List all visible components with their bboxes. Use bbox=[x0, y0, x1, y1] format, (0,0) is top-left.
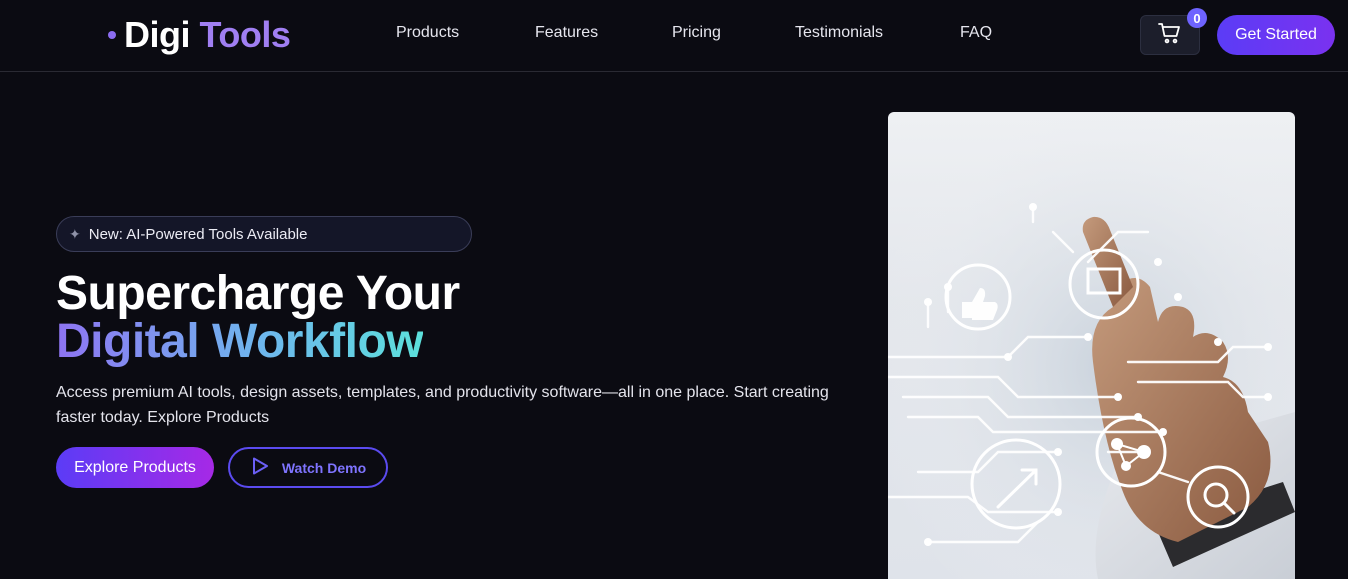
explore-products-button[interactable]: Explore Products bbox=[56, 447, 214, 488]
nav-item-pricing[interactable]: Pricing bbox=[672, 24, 721, 42]
nav-item-faq[interactable]: FAQ bbox=[960, 24, 992, 42]
shopping-cart-icon bbox=[1158, 22, 1182, 49]
cart-count-badge: 0 bbox=[1187, 8, 1207, 28]
watch-demo-label: Watch Demo bbox=[281, 459, 367, 476]
get-started-button[interactable]: Get Started bbox=[1217, 15, 1335, 55]
hero-description: Access premium AI tools, design assets, … bbox=[56, 384, 829, 426]
logo-text-primary: Digi bbox=[124, 14, 191, 55]
hero-image bbox=[888, 112, 1295, 579]
explore-products-label: Explore Products bbox=[74, 458, 196, 476]
sparkle-icon: ✦ bbox=[69, 225, 81, 242]
site-header: Digi Tools Products Features Pricing Tes… bbox=[0, 0, 1348, 72]
nav-item-products[interactable]: Products bbox=[396, 24, 459, 42]
logo-dot-icon bbox=[108, 31, 116, 39]
announcement-badge: ✦ New: AI-Powered Tools Available bbox=[56, 216, 472, 252]
play-icon bbox=[250, 456, 270, 479]
watch-demo-button[interactable]: Watch Demo bbox=[228, 447, 388, 488]
nav-item-testimonials[interactable]: Testimonials bbox=[795, 24, 883, 42]
logo[interactable]: Digi Tools bbox=[108, 14, 291, 56]
nav-item-features[interactable]: Features bbox=[535, 24, 598, 42]
hero-circuit-illustration bbox=[888, 112, 1295, 579]
logo-text-accent: Tools bbox=[199, 14, 291, 55]
announcement-text: New: AI-Powered Tools Available bbox=[88, 225, 308, 243]
hero-title-line2: Digital Workflow bbox=[56, 315, 424, 368]
